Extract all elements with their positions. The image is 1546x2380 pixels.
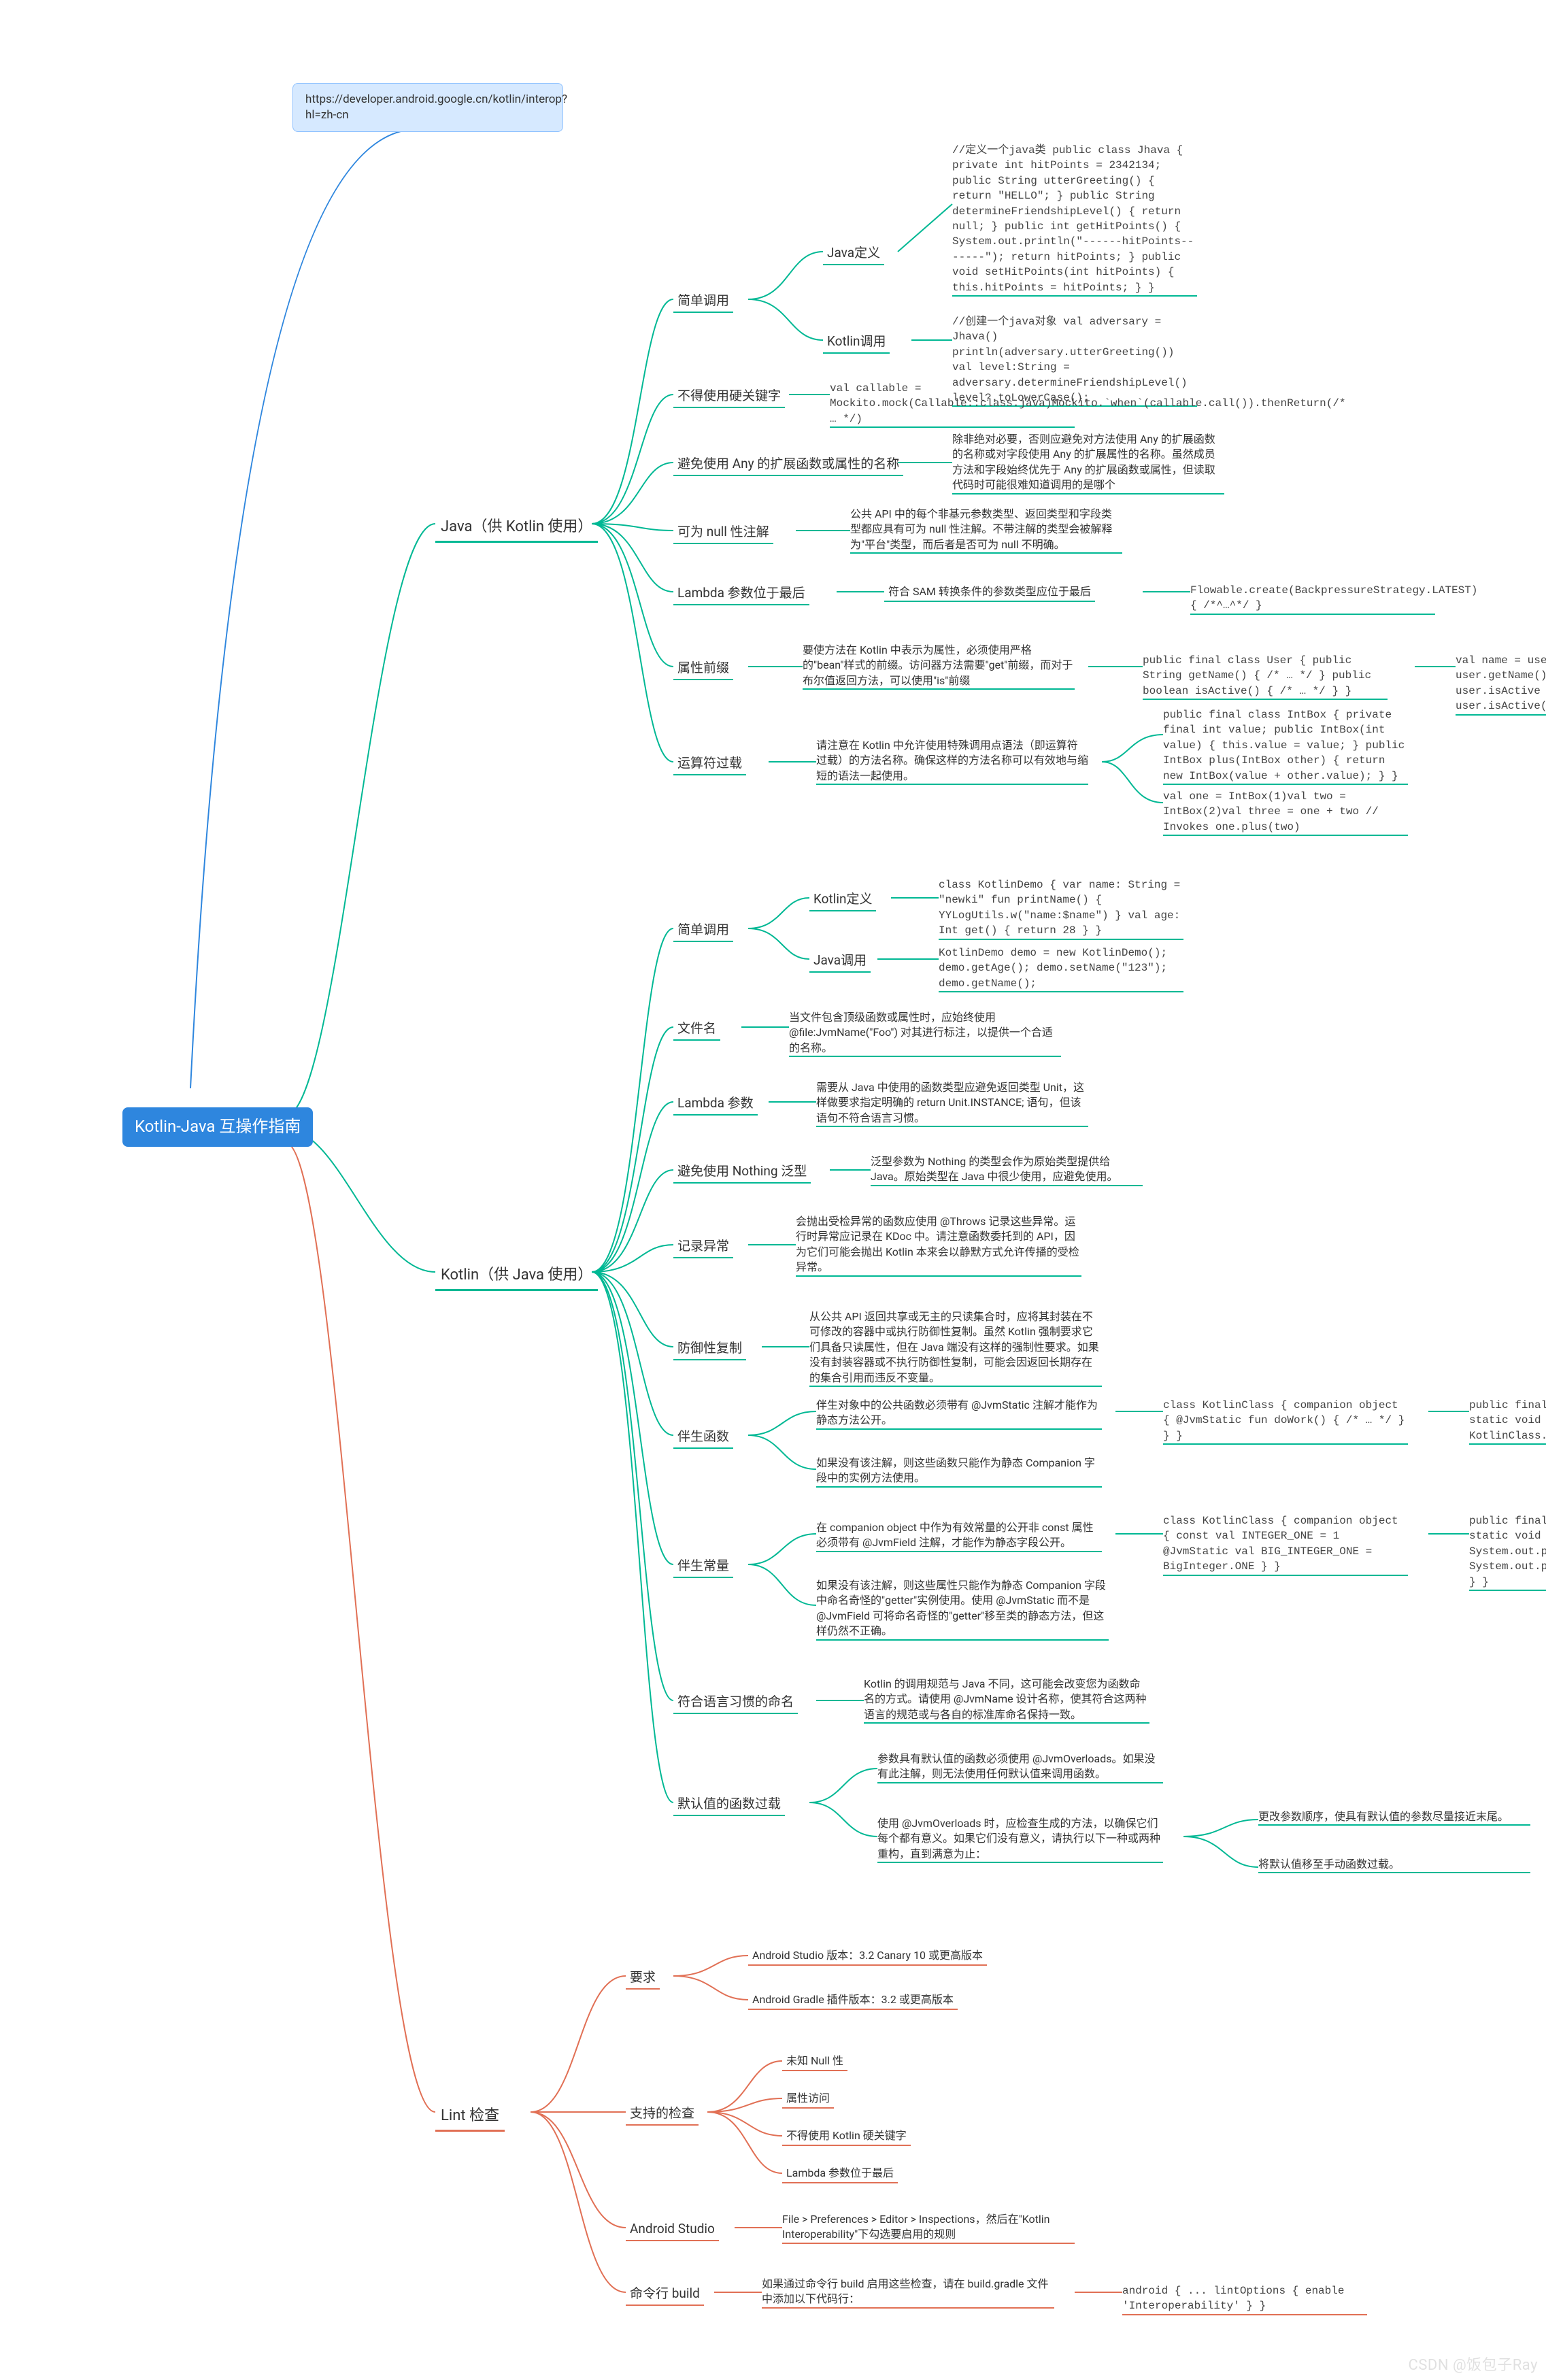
kotlin-def-copy-desc: 从公共 API 返回共享或无主的只读集合时，应将其封装在不可修改的容器中或执行防… <box>809 1309 1102 1387</box>
lint-android-studio-desc: File > Preferences > Editor > Inspection… <box>782 2212 1075 2244</box>
source-link-box[interactable]: https://developer.android.google.cn/kotl… <box>292 83 563 132</box>
kotlin-file-name-desc: 当文件包含顶级函数或属性时，应始终使用 @file:JvmName("Foo")… <box>789 1010 1061 1057</box>
kotlin-companion-const: 伴生常量 <box>673 1556 733 1578</box>
kotlin-file-name: 文件名 <box>673 1018 720 1041</box>
kotlin-default-overload-o2: 将默认值移至手动函数过载。 <box>1258 1857 1530 1873</box>
kotlin-default-overload-desc2: 使用 @JvmOverloads 时，应检查生成的方法，以确保它们每个都有意义。… <box>877 1816 1163 1863</box>
kotlin-companion-fn-desc2: 如果没有该注解，则这些函数只能作为静态 Companion 字段中的实例方法使用… <box>816 1456 1102 1488</box>
kotlin-naming: 符合语言习惯的命名 <box>673 1692 798 1714</box>
java-op-overload-desc: 请注意在 Kotlin 中允许使用特殊调用点语法（即运算符过载）的方法名称。确保… <box>816 738 1088 785</box>
kotlin-nothing: 避免使用 Nothing 泛型 <box>673 1161 811 1184</box>
java-null-anno: 可为 null 性注解 <box>673 522 773 544</box>
java-op-overload: 运算符过载 <box>673 753 746 775</box>
java-prop-prefix-desc: 要使方法在 Kotlin 中表示为属性，必须使用严格的"bean"样式的前缀。访… <box>803 643 1075 690</box>
java-call-code: KotlinDemo demo = new KotlinDemo(); demo… <box>939 945 1183 992</box>
kotlin-companion-fn-code1: class KotlinClass { companion object { @… <box>1163 1398 1408 1445</box>
lint-req-a: Android Studio 版本：3.2 Canary 10 或更高版本 <box>748 1947 987 1966</box>
kotlin-default-overload-desc1: 参数具有默认值的函数必须使用 @JvmOverloads。如果没有此注解，则无法… <box>877 1752 1163 1783</box>
java-def-label: Java定义 <box>823 243 884 265</box>
kotlin-nothing-desc: 泛型参数为 Nothing 的类型会作为原始类型提供给 Java。原始类型在 J… <box>871 1154 1143 1186</box>
watermark: CSDN @饭包子Ray <box>1409 2353 1539 2375</box>
kotlin-call-label: Kotlin调用 <box>823 331 890 354</box>
lint-check-a: 未知 Null 性 <box>782 2052 847 2071</box>
kotlin-simple: 简单调用 <box>673 920 733 942</box>
kotlin-companion-fn-desc1: 伴生对象中的公共函数必须带有 @JvmStatic 注解才能作为静态方法公开。 <box>816 1398 1102 1430</box>
java-lambda-last: Lambda 参数位于最后 <box>673 583 809 605</box>
java-simple-call: 简单调用 <box>673 290 733 313</box>
kotlin-lambda-desc: 需要从 Java 中使用的函数类型应避免返回类型 Unit，这样做要求指定明确的… <box>816 1080 1088 1127</box>
java-op-overload-code2: val one = IntBox(1)val two = IntBox(2)va… <box>1163 789 1408 836</box>
lint-req: 要求 <box>626 1967 660 1990</box>
lint-cmd-code: android { ... lintOptions { enable 'Inte… <box>1122 2283 1367 2315</box>
kotlin-companion-fn: 伴生函数 <box>673 1426 733 1449</box>
kotlin-default-overload: 默认值的函数过载 <box>673 1794 785 1816</box>
mindmap-canvas: .l{fill:none;stroke-width:2} <box>0 0 1546 2380</box>
kotlin-companion-const-code2: public final class JavaClass { public st… <box>1469 1513 1546 1591</box>
java-avoid-any: 避免使用 Any 的扩展函数或属性的名称 <box>673 454 903 476</box>
java-hard-keyword-code: val callable = Mockito.mock(Callable::cl… <box>830 381 1075 428</box>
lint-android-studio: Android Studio <box>626 2219 719 2241</box>
kotlin-companion-const-desc2: 如果没有该注解，则这些属性只能作为静态 Companion 字段中命名奇怪的"g… <box>816 1578 1109 1641</box>
java-null-anno-desc: 公共 API 中的每个非基元参数类型、返回类型和字段类型都应具有可为 null … <box>850 507 1122 554</box>
lint-check-d: Lambda 参数位于最后 <box>782 2164 898 2183</box>
kotlin-exception-desc: 会抛出受检异常的函数应使用 @Throws 记录这些异常。运行时异常应记录在 K… <box>796 1214 1081 1277</box>
java-prop-prefix: 属性前缀 <box>673 658 733 680</box>
kotlin-companion-const-code1: class KotlinClass { companion object { c… <box>1163 1513 1408 1576</box>
root-title: Kotlin-Java 互操作指南 <box>122 1107 313 1147</box>
kotlin-companion-const-desc1: 在 companion object 中作为有效常量的公开非 const 属性必… <box>816 1520 1102 1552</box>
kotlin-exception: 记录异常 <box>673 1236 733 1258</box>
kotlin-def-code: class KotlinDemo { var name: String = "n… <box>939 877 1183 940</box>
branch-java: Java（供 Kotlin 使用） <box>435 514 598 543</box>
java-prop-prefix-code1: public final class User { public String … <box>1143 653 1388 700</box>
lint-check-b: 属性访问 <box>782 2090 834 2109</box>
kotlin-default-overload-o1: 更改参数顺序，使具有默认值的参数尽量接近末尾。 <box>1258 1809 1530 1826</box>
kotlin-def-label: Kotlin定义 <box>809 889 876 911</box>
kotlin-lambda: Lambda 参数 <box>673 1093 758 1116</box>
java-call-label: Java调用 <box>809 950 871 973</box>
java-avoid-any-desc: 除非绝对必要，否则应避免对方法使用 Any 的扩展函数的名称或对字段使用 Any… <box>952 432 1224 495</box>
java-lambda-last-code: Flowable.create(BackpressureStrategy.LAT… <box>1190 583 1435 615</box>
java-prop-prefix-code2: val name = user.name // Invokes user.get… <box>1456 653 1546 716</box>
branch-lint: Lint 检查 <box>435 2103 505 2132</box>
connector-lines: .l{fill:none;stroke-width:2} <box>0 0 1546 2380</box>
java-hard-keyword: 不得使用硬关键字 <box>673 386 785 408</box>
lint-req-b: Android Gradle 插件版本：3.2 或更高版本 <box>748 1991 958 2010</box>
kotlin-companion-fn-code2: public final class JavaClass { public st… <box>1469 1398 1546 1445</box>
kotlin-def-copy: 防御性复制 <box>673 1338 746 1360</box>
lint-cmd-desc: 如果通过命令行 build 启用这些检查，请在 build.gradle 文件中… <box>762 2277 1054 2309</box>
lint-cmd: 命令行 build <box>626 2283 704 2306</box>
java-lambda-last-desc: 符合 SAM 转换条件的参数类型应位于最后 <box>884 583 1095 602</box>
java-def-code: //定义一个java类 public class Jhava { private… <box>952 143 1197 297</box>
lint-checks: 支持的检查 <box>626 2103 699 2126</box>
java-op-overload-code1: public final class IntBox { private fina… <box>1163 707 1408 785</box>
lint-check-c: 不得使用 Kotlin 硬关键字 <box>782 2127 911 2146</box>
branch-kotlin: Kotlin（供 Java 使用） <box>435 1262 598 1291</box>
kotlin-naming-desc: Kotlin 的调用规范与 Java 不同，这可能会改变您为函数命名的方式。请使… <box>864 1677 1149 1724</box>
